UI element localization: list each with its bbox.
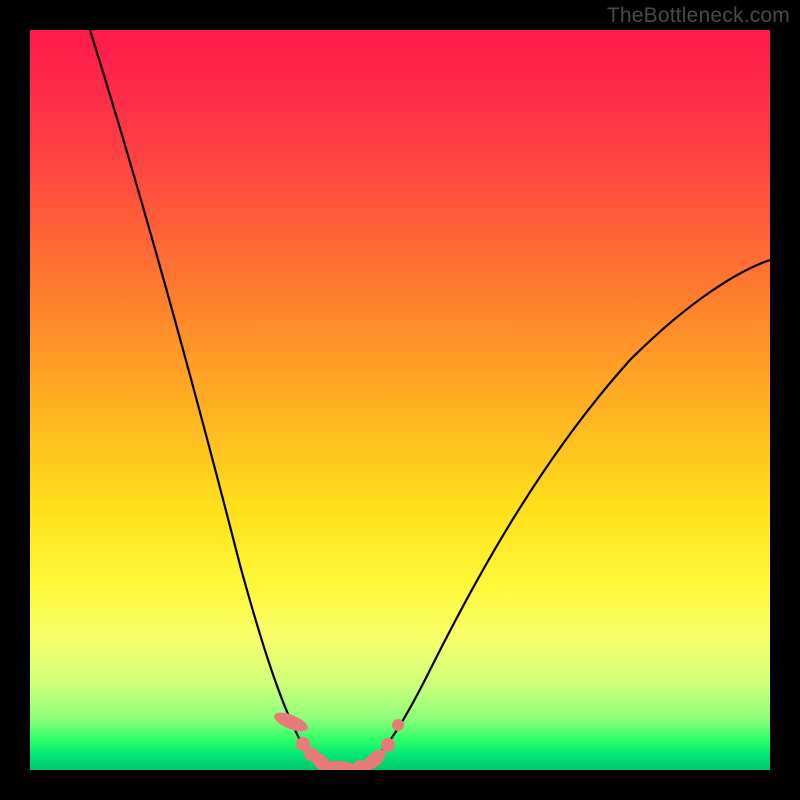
left-curve <box>90 30 326 768</box>
chart-frame: TheBottleneck.com <box>0 0 800 800</box>
curves-layer <box>30 30 770 770</box>
right-curve <box>360 260 770 768</box>
marker <box>392 719 404 731</box>
marker <box>381 738 395 752</box>
marker <box>272 709 311 735</box>
plot-area <box>30 30 770 770</box>
watermark-text: TheBottleneck.com <box>607 4 790 28</box>
markers-group <box>272 709 404 770</box>
